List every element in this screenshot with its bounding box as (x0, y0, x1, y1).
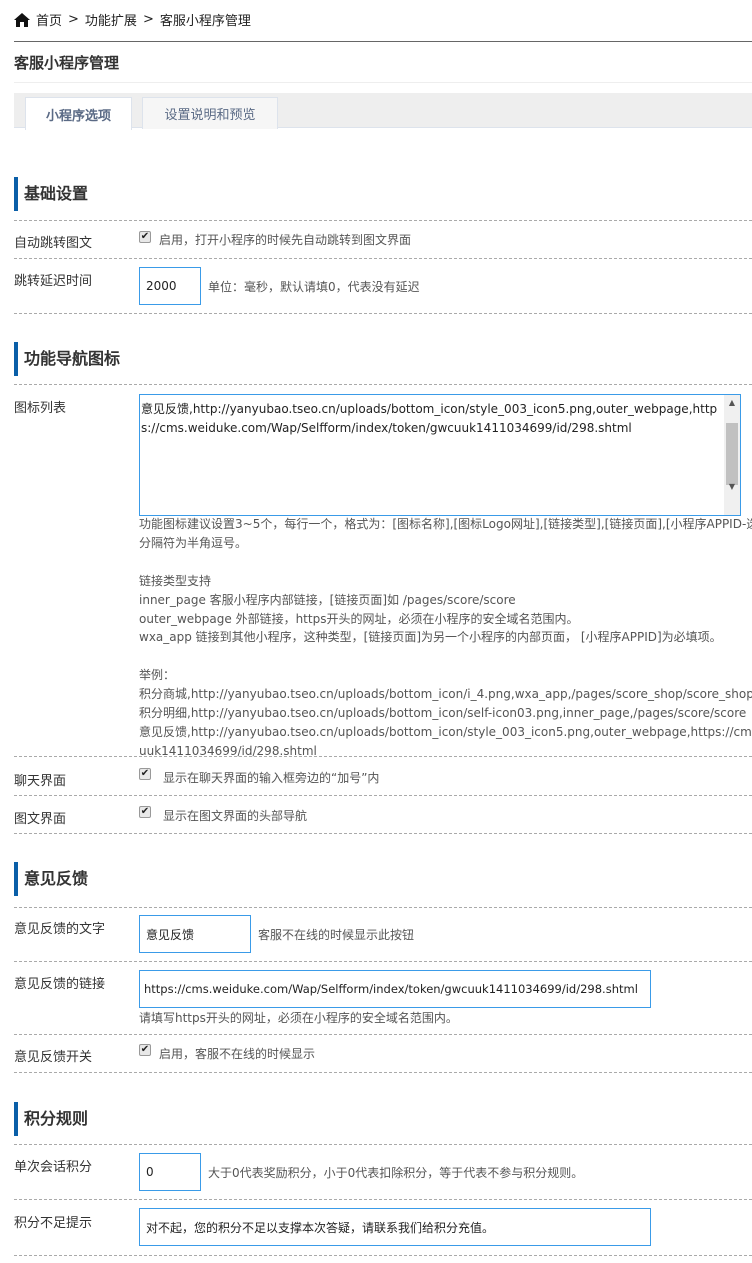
help-line: 功能图标建议设置3~5个，每行一个，格式为：[图标名称],[图标Logo网址],… (139, 517, 752, 531)
feedback-switch-label: 意见反馈开关 (14, 1050, 93, 1065)
icon-list-label: 图标列表 (14, 401, 67, 416)
per-session-input[interactable]: 0 (139, 1153, 201, 1191)
auto-jump-text: 启用，打开小程序的时候先自动跳转到图文界面 (159, 233, 412, 247)
tab-miniprogram-options[interactable]: 小程序选项 (25, 97, 132, 130)
feedback-text-hint: 客服不在线的时候显示此按钮 (258, 928, 415, 942)
insufficient-input[interactable]: 对不起，您的积分不足以支撑本次答疑，请联系我们给积分充值。 (139, 1208, 651, 1246)
home-icon[interactable] (14, 12, 30, 27)
divider (14, 756, 752, 757)
section-heading-feedback: 意见反馈 (14, 862, 88, 896)
icon-list-value[interactable]: 积分商城,http://yanyubao.tseo.cn/uploads/bot… (141, 395, 723, 438)
breadcrumb: 首页 > 功能扩展 > 客服小程序管理 (14, 10, 251, 29)
divider (14, 1072, 752, 1073)
breadcrumb-sep: > (142, 12, 154, 27)
scroll-down-icon[interactable]: ▼ (724, 479, 740, 495)
icon-list-textarea[interactable]: 积分商城,http://yanyubao.tseo.cn/uploads/bot… (139, 394, 741, 516)
article-label: 图文界面 (14, 812, 67, 827)
help-line: 分隔符为半角逗号。 (139, 535, 248, 550)
divider (14, 41, 752, 42)
article-text: 显示在图文界面的头部导航 (163, 809, 308, 823)
scrollbar-thumb[interactable] (726, 423, 738, 485)
delay-label: 跳转延迟时间 (14, 274, 93, 289)
help-line (139, 553, 752, 572)
divider (14, 258, 752, 259)
feedback-link-input[interactable]: https://cms.weiduke.com/Wap/Selfform/ind… (139, 970, 651, 1008)
help-line: 积分商城,http://yanyubao.tseo.cn/uploads/bot… (139, 687, 752, 702)
breadcrumb-home[interactable]: 首页 (36, 10, 62, 29)
help-line: 意见反馈,http://yanyubao.tseo.cn/uploads/bot… (139, 724, 752, 739)
divider (14, 1144, 752, 1145)
chat-label: 聊天界面 (14, 774, 67, 789)
article-checkbox[interactable]: ✔ (139, 806, 151, 818)
breadcrumb-extensions[interactable]: 功能扩展 (85, 10, 137, 29)
section-heading-score: 积分规则 (14, 1102, 88, 1136)
help-line: uuk1411034699/id/298.shtml (139, 743, 317, 758)
divider (14, 82, 752, 83)
auto-jump-checkbox[interactable]: ✔ (139, 231, 151, 243)
section-heading-nav: 功能导航图标 (14, 342, 120, 376)
divider (14, 907, 752, 908)
help-line: wxa_app 链接到其他小程序，这种类型，[链接页面]为另一个小程序的内部页面… (139, 630, 722, 645)
feedback-text-input[interactable]: 意见反馈 (139, 915, 251, 953)
feedback-text-label: 意见反馈的文字 (14, 922, 106, 937)
divider (14, 1199, 752, 1200)
feedback-link-hint: 请填写https开头的网址，必须在小程序的安全域名范围内。 (139, 1011, 458, 1025)
per-session-hint: 大于0代表奖励积分，小于0代表扣除积分，等于代表不参与积分规则。 (208, 1166, 584, 1180)
divider (14, 220, 752, 221)
divider (14, 313, 752, 314)
divider (14, 384, 752, 385)
delay-hint: 单位：毫秒，默认请填0，代表没有延迟 (208, 280, 420, 294)
help-line: 链接类型支持 (139, 573, 212, 588)
breadcrumb-current: 客服小程序管理 (159, 14, 251, 29)
divider (14, 961, 752, 962)
breadcrumb-sep: > (68, 12, 79, 27)
help-line: 积分明细,http://yanyubao.tseo.cn/uploads/bot… (139, 706, 747, 721)
scrollbar[interactable]: ▲ ▼ (724, 395, 740, 515)
auto-jump-label: 自动跳转图文 (14, 236, 93, 251)
page-title: 客服小程序管理 (14, 54, 120, 72)
delay-input[interactable]: 2000 (139, 267, 201, 305)
divider (14, 1034, 752, 1035)
feedback-switch-checkbox[interactable]: ✔ (139, 1044, 151, 1056)
icon-list-help: 功能图标建议设置3~5个，每行一个，格式为：[图标名称],[图标Logo网址],… (139, 515, 752, 761)
help-line (139, 647, 752, 666)
help-line: inner_page 客服小程序内部链接，[链接页面]如 /pages/scor… (139, 592, 516, 607)
insufficient-label: 积分不足提示 (14, 1216, 93, 1231)
chat-checkbox[interactable]: ✔ (139, 768, 151, 780)
scroll-up-icon[interactable]: ▲ (724, 395, 740, 411)
help-line: outer_webpage 外部链接，https开头的网址，必须在小程序的安全域… (139, 611, 579, 626)
help-line: 举例： (139, 668, 176, 683)
divider (14, 795, 752, 796)
feedback-switch-text: 启用，客服不在线的时候显示 (159, 1047, 316, 1061)
chat-text: 显示在聊天界面的输入框旁边的“加号”内 (163, 771, 380, 785)
divider (14, 1255, 752, 1256)
feedback-link-label: 意见反馈的链接 (14, 977, 106, 992)
divider (14, 833, 752, 834)
tab-instructions-preview[interactable]: 设置说明和预览 (142, 97, 278, 129)
section-heading-basic: 基础设置 (14, 177, 88, 211)
per-session-label: 单次会话积分 (14, 1160, 93, 1175)
